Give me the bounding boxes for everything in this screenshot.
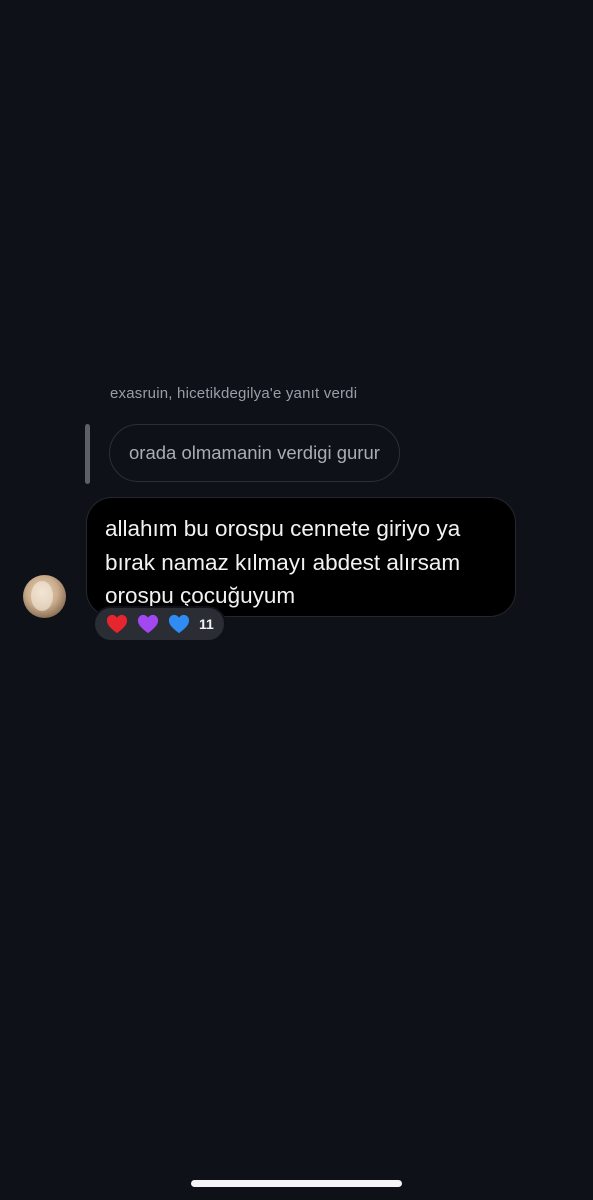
red-heart-icon	[106, 614, 128, 634]
quoted-message-bubble[interactable]: orada olmamanin verdigi gurur	[109, 424, 400, 482]
reply-header: exasruin, hicetikdegilya'e yanıt verdi	[110, 385, 358, 402]
reaction-count: 11	[199, 616, 214, 632]
home-indicator[interactable]	[191, 1180, 402, 1187]
purple-heart-icon	[137, 614, 159, 634]
quote-bar	[85, 424, 90, 484]
purple-heart-shape	[137, 614, 159, 634]
blue-heart-icon	[168, 614, 190, 634]
message-line: bırak namaz kılmayı abdest alırsam	[105, 549, 461, 575]
message-bubble[interactable]: allahım bu orospu cennete giriyo ya bıra…	[86, 497, 516, 617]
blue-heart-shape	[168, 614, 190, 634]
reactions-pill[interactable]: 11	[93, 606, 226, 642]
quoted-message-text: orada olmamanin verdigi gurur	[129, 442, 380, 463]
message-line: allahım bu orospu cennete giriyo ya	[105, 516, 461, 541]
red-heart-shape	[106, 614, 128, 634]
avatar[interactable]	[23, 575, 66, 618]
